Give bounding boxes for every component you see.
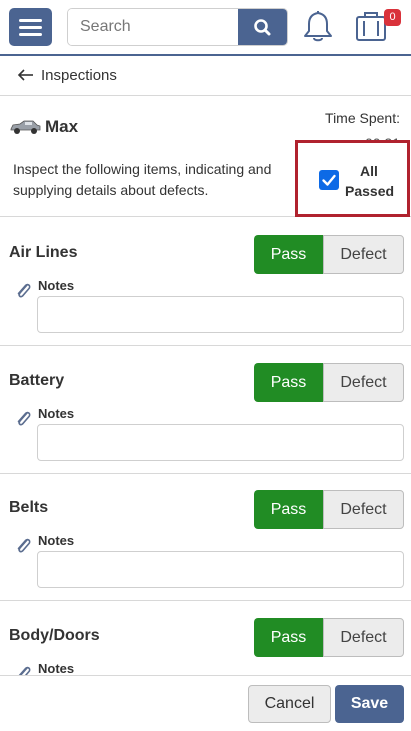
notes-label: Notes <box>38 406 75 421</box>
breadcrumb[interactable]: Inspections <box>0 56 411 96</box>
inspection-instructions: Inspect the following items, indicating … <box>13 161 272 198</box>
back-arrow-icon[interactable] <box>17 66 35 84</box>
pass-defect-toggle: Pass Defect <box>254 363 404 402</box>
paperclip-icon[interactable] <box>15 281 32 300</box>
paperclip-icon[interactable] <box>15 536 32 555</box>
notes-input[interactable] <box>37 424 404 461</box>
menu-icon-bar-top <box>19 19 42 22</box>
pass-button[interactable]: Pass <box>254 235 323 274</box>
search-input[interactable] <box>68 9 239 45</box>
defect-button[interactable]: Defect <box>323 235 404 274</box>
search-bar <box>67 8 288 46</box>
save-button[interactable]: Save <box>335 685 404 723</box>
pass-defect-toggle: Pass Defect <box>254 618 404 657</box>
vehicle-header: Max Time Spent: 00:21 Inspect the follow… <box>0 97 411 217</box>
top-bar: 0 <box>0 0 411 56</box>
checkbox-checked-icon <box>322 174 336 186</box>
cart-count-badge: 0 <box>384 9 401 26</box>
car-icon <box>10 120 41 134</box>
breadcrumb-label[interactable]: Inspections <box>41 67 117 84</box>
inspection-item-battery: Battery Pass Defect Notes <box>0 346 411 474</box>
notes-label: Notes <box>38 533 75 548</box>
inspection-item-belts: Belts Pass Defect Notes <box>0 473 411 601</box>
menu-icon-bar-bottom <box>19 33 42 36</box>
menu-button[interactable] <box>9 8 52 46</box>
all-passed-label[interactable]: All Passed <box>345 161 394 201</box>
pass-button[interactable]: Pass <box>254 363 323 402</box>
pass-button[interactable]: Pass <box>254 618 323 657</box>
pass-defect-toggle: Pass Defect <box>254 235 404 274</box>
notes-label: Notes <box>38 278 75 293</box>
defect-button[interactable]: Defect <box>323 490 404 529</box>
defect-button[interactable]: Defect <box>323 618 404 657</box>
inspection-item-air-lines: Air Lines Pass Defect Notes <box>0 218 411 346</box>
notes-label: Notes <box>38 661 75 676</box>
notes-input[interactable] <box>37 296 404 333</box>
item-title: Battery <box>9 372 65 389</box>
notes-input[interactable] <box>37 551 404 588</box>
item-title: Belts <box>9 499 49 516</box>
cancel-button[interactable]: Cancel <box>248 685 331 723</box>
footer-actions: Cancel Save <box>0 675 411 731</box>
bell-icon[interactable] <box>301 8 335 44</box>
search-icon <box>254 19 271 36</box>
paperclip-icon[interactable] <box>15 409 32 428</box>
item-title: Air Lines <box>9 244 78 261</box>
pass-button[interactable]: Pass <box>254 490 323 529</box>
search-button[interactable] <box>238 9 287 45</box>
defect-button[interactable]: Defect <box>323 363 404 402</box>
all-passed-checkbox[interactable] <box>319 170 339 190</box>
time-spent-label: Time Spent: <box>325 110 400 126</box>
item-title: Body/Doors <box>9 627 100 644</box>
vehicle-name: Max <box>45 117 79 136</box>
menu-icon-bar-middle <box>19 26 42 29</box>
pass-defect-toggle: Pass Defect <box>254 490 404 529</box>
